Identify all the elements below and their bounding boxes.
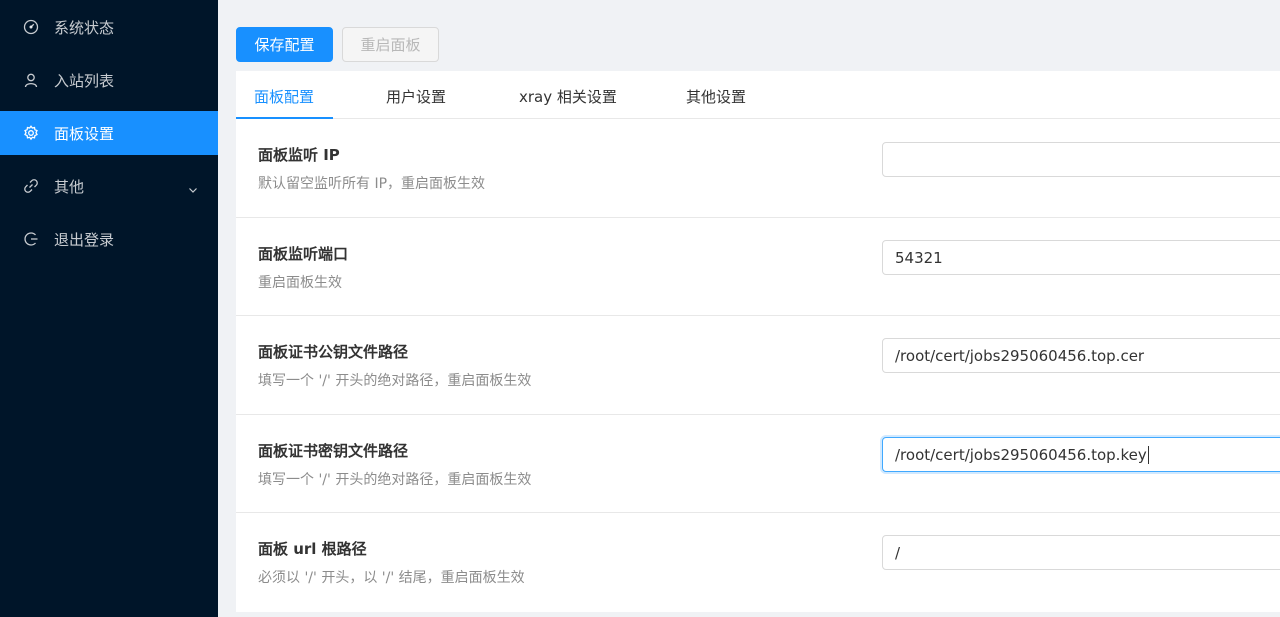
listen-ip-input[interactable] bbox=[882, 142, 1280, 177]
restart-panel-button[interactable]: 重启面板 bbox=[342, 27, 439, 62]
setting-title: 面板 url 根路径 bbox=[258, 540, 367, 558]
tab-panel-config[interactable]: 面板配置 bbox=[254, 86, 314, 107]
text-caret bbox=[1147, 445, 1149, 464]
sidebar-item-inbound-list[interactable]: 入站列表 bbox=[0, 58, 218, 102]
tab-xray-settings[interactable]: xray 相关设置 bbox=[519, 86, 617, 107]
setting-title: 面板证书公钥文件路径 bbox=[258, 343, 409, 361]
url-root-path-input[interactable]: / bbox=[882, 535, 1280, 570]
settings-tabs: 面板配置 用户设置 xray 相关设置 其他设置 bbox=[236, 71, 1280, 119]
setting-row-cert-private-key: 面板证书密钥文件路径 填写一个 '/' 开头的绝对路径，重启面板生效 /root… bbox=[236, 415, 1280, 513]
tab-user-settings[interactable]: 用户设置 bbox=[386, 86, 446, 107]
main-content: 保存配置 重启面板 面板配置 用户设置 xray 相关设置 其他设置 面板监听 … bbox=[218, 0, 1280, 617]
setting-description: 必须以 '/' 开头，以 '/' 结尾，重启面板生效 bbox=[258, 570, 525, 586]
cert-public-key-path-input[interactable]: /root/cert/jobs295060456.top.cer bbox=[882, 338, 1280, 373]
setting-title: 面板监听 IP bbox=[258, 146, 340, 164]
sidebar-item-panel-settings[interactable]: 面板设置 bbox=[0, 111, 218, 155]
logout-icon bbox=[22, 230, 40, 248]
setting-description: 填写一个 '/' 开头的绝对路径，重启面板生效 bbox=[258, 373, 532, 389]
save-config-button[interactable]: 保存配置 bbox=[236, 27, 333, 62]
setting-row-listen-ip: 面板监听 IP 默认留空监听所有 IP，重启面板生效 bbox=[236, 119, 1280, 218]
setting-row-cert-public-key: 面板证书公钥文件路径 填写一个 '/' 开头的绝对路径，重启面板生效 /root… bbox=[236, 316, 1280, 415]
setting-description: 默认留空监听所有 IP，重启面板生效 bbox=[258, 176, 486, 192]
field-value: /root/cert/jobs295060456.top.key bbox=[895, 445, 1147, 464]
setting-description: 填写一个 '/' 开头的绝对路径，重启面板生效 bbox=[258, 472, 532, 488]
sidebar-item-label: 其他 bbox=[54, 177, 85, 196]
sidebar-item-label: 入站列表 bbox=[54, 71, 115, 90]
tab-other-settings[interactable]: 其他设置 bbox=[686, 86, 746, 107]
setting-description: 重启面板生效 bbox=[258, 275, 342, 291]
sidebar: 系统状态 入站列表 面板设置 其他 退出登录 bbox=[0, 0, 218, 617]
cert-private-key-path-input[interactable]: /root/cert/jobs295060456.top.key bbox=[882, 437, 1280, 472]
sidebar-item-label: 面板设置 bbox=[54, 124, 115, 143]
user-icon bbox=[22, 71, 40, 89]
dashboard-icon bbox=[22, 18, 40, 36]
settings-card: 面板配置 用户设置 xray 相关设置 其他设置 面板监听 IP 默认留空监听所… bbox=[236, 71, 1280, 612]
sidebar-item-label: 退出登录 bbox=[54, 230, 115, 249]
sidebar-item-system-status[interactable]: 系统状态 bbox=[0, 5, 218, 49]
listen-port-input[interactable]: 54321 bbox=[882, 240, 1280, 275]
setting-row-listen-port: 面板监听端口 重启面板生效 54321 bbox=[236, 218, 1280, 316]
sidebar-item-other[interactable]: 其他 bbox=[0, 164, 218, 208]
setting-row-url-root-path: 面板 url 根路径 必须以 '/' 开头，以 '/' 结尾，重启面板生效 / bbox=[236, 513, 1280, 612]
setting-title: 面板证书密钥文件路径 bbox=[258, 442, 409, 460]
sidebar-item-label: 系统状态 bbox=[54, 18, 115, 37]
gear-icon bbox=[22, 124, 40, 142]
setting-title: 面板监听端口 bbox=[258, 245, 349, 263]
link-icon bbox=[22, 177, 40, 195]
sidebar-item-logout[interactable]: 退出登录 bbox=[0, 217, 218, 261]
chevron-down-icon bbox=[188, 181, 198, 193]
